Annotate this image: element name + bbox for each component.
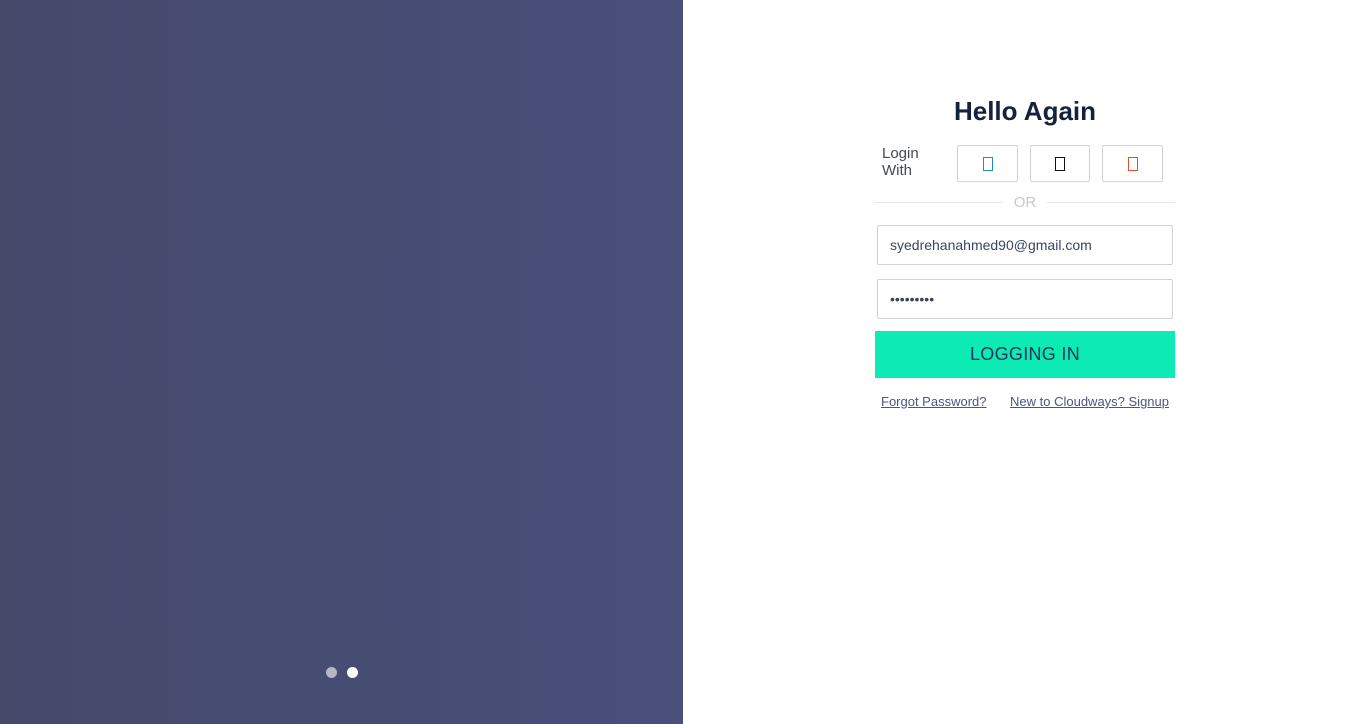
- hero-panel: [0, 0, 683, 724]
- github-icon: [1055, 156, 1066, 171]
- divider-text: OR: [1013, 193, 1037, 211]
- carousel-dots: [0, 667, 683, 678]
- divider-line-left: [875, 201, 1003, 203]
- divider-line-right: [1047, 201, 1175, 203]
- social-login-label: Login With: [882, 144, 919, 179]
- page-title: Hello Again: [953, 96, 1097, 126]
- facebook-icon: [982, 156, 993, 171]
- auth-links: Forgot Password? New to Cloudways? Signu…: [875, 394, 1175, 409]
- login-button[interactable]: LOGGING IN: [875, 331, 1175, 378]
- google-login-button[interactable]: [1102, 145, 1163, 182]
- login-panel: Hello Again Login With OR syedrehanahmed…: [683, 0, 1366, 724]
- or-divider: OR: [875, 192, 1175, 212]
- social-login-row: Login With: [875, 145, 1175, 182]
- login-form: Hello Again Login With OR syedrehanahmed…: [875, 94, 1175, 409]
- login-page: Hello Again Login With OR syedrehanahmed…: [0, 0, 1366, 724]
- carousel-dot-1[interactable]: [325, 667, 337, 678]
- carousel-dot-2[interactable]: [346, 667, 358, 678]
- email-field[interactable]: [877, 225, 1173, 265]
- password-field[interactable]: [877, 279, 1173, 319]
- forgot-password-link[interactable]: Forgot Password?: [881, 394, 987, 409]
- google-icon: [1127, 156, 1138, 171]
- facebook-login-button[interactable]: [957, 145, 1018, 182]
- signup-link[interactable]: New to Cloudways? Signup: [1010, 394, 1169, 409]
- github-login-button[interactable]: [1029, 145, 1091, 182]
